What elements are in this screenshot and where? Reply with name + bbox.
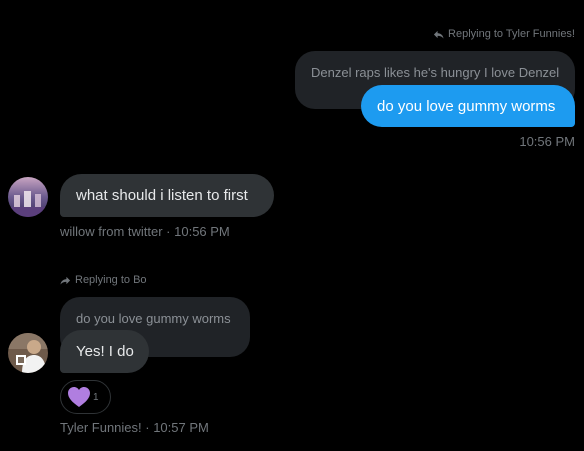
reply-header-bottom: Replying to Bo: [60, 274, 147, 286]
received-message-text: Yes! I do: [76, 343, 134, 360]
quoted-text: do you love gummy worms: [76, 311, 231, 326]
sender-meta-tyler[interactable]: Tyler Funnies! · 10:57 PM: [60, 420, 209, 435]
reaction-chip[interactable]: 1: [60, 380, 111, 414]
avatar-tyler[interactable]: [8, 333, 48, 373]
sent-message-text: do you love gummy worms: [377, 98, 556, 115]
reply-arrow-icon: [60, 276, 71, 285]
avatar-willow-icon: [8, 177, 48, 217]
purple-heart-icon: [68, 387, 90, 407]
avatar-willow[interactable]: [8, 177, 48, 217]
reply-label: Replying to Bo: [75, 274, 147, 286]
reaction-count: 1: [93, 391, 99, 403]
received-message-text: what should i listen to first: [76, 187, 248, 204]
received-message-bubble[interactable]: Yes! I do: [60, 330, 149, 373]
received-message-bubble[interactable]: what should i listen to first: [60, 174, 274, 217]
avatar-tyler-icon: [8, 333, 48, 373]
sent-timestamp: 10:56 PM: [519, 134, 575, 149]
quoted-text: Denzel raps likes he's hungry I love Den…: [311, 65, 560, 80]
reply-arrow-icon: [433, 30, 444, 39]
sender-meta-willow[interactable]: willow from twitter · 10:56 PM: [60, 224, 230, 239]
sent-message-bubble[interactable]: do you love gummy worms: [361, 85, 575, 127]
reply-label: Replying to Tyler Funnies!: [448, 28, 575, 40]
reply-header-top: Replying to Tyler Funnies!: [433, 28, 575, 40]
